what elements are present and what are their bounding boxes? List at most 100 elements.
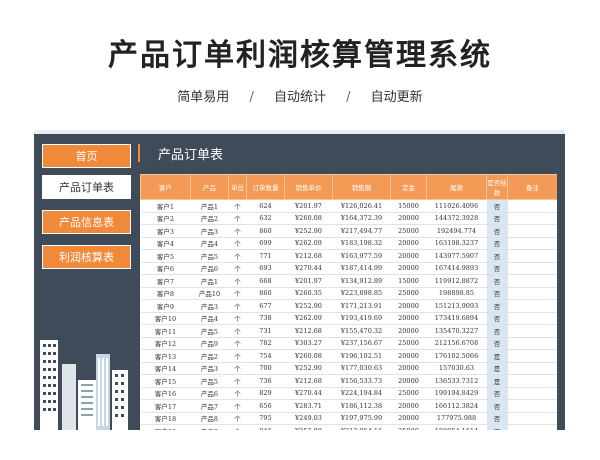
table-cell[interactable]: 个 <box>228 312 247 325</box>
table-cell[interactable]: 客户17 <box>140 399 191 413</box>
table-cell[interactable]: 否 <box>486 237 508 250</box>
table-cell[interactable]: 个 <box>228 424 247 430</box>
table-cell[interactable]: 192494.774 <box>426 224 487 238</box>
table-cell[interactable]: 客户13 <box>140 349 191 363</box>
table-cell[interactable]: 198898.85 <box>426 287 487 300</box>
table-cell[interactable]: 否 <box>486 199 508 213</box>
table-cell[interactable] <box>507 249 557 263</box>
table-cell[interactable]: 754 <box>246 349 285 363</box>
table-cell[interactable]: ¥163,977.59 <box>332 249 391 263</box>
table-cell[interactable]: 20000 <box>390 324 427 338</box>
column-header[interactable]: 是否结款 <box>486 174 508 200</box>
table-cell[interactable]: ¥252.90 <box>284 424 333 430</box>
table-cell[interactable]: 738 <box>246 312 285 325</box>
table-cell[interactable]: 客户18 <box>140 412 191 425</box>
nav-order-table-button[interactable]: 产品订单表 <box>42 175 131 199</box>
table-cell[interactable] <box>507 224 557 238</box>
table-cell[interactable]: 163198.3237 <box>426 237 487 250</box>
table-cell[interactable]: 产品6 <box>190 262 229 275</box>
table-cell[interactable]: 25000 <box>390 424 427 430</box>
table-cell[interactable]: 656 <box>246 399 285 413</box>
table-cell[interactable] <box>507 299 557 313</box>
table-cell[interactable]: 产品10 <box>190 287 229 300</box>
table-cell[interactable]: 个 <box>228 299 247 313</box>
table-cell[interactable]: 个 <box>228 412 247 425</box>
column-header[interactable]: 定金 <box>390 174 427 200</box>
table-cell[interactable]: 产品2 <box>190 212 229 225</box>
table-cell[interactable]: ¥171,213.91 <box>332 299 391 313</box>
table-row[interactable]: 客户4 产品4 个 699 ¥262.09 ¥183,198.32 20000 163198.… <box>140 237 557 250</box>
table-cell[interactable]: 693 <box>246 262 285 275</box>
table-cell[interactable] <box>507 374 557 388</box>
table-cell[interactable]: 25000 <box>390 387 427 400</box>
table-cell[interactable]: 个 <box>228 212 247 225</box>
table-cell[interactable]: 846 <box>246 424 285 430</box>
table-cell[interactable] <box>507 412 557 425</box>
table-cell[interactable]: ¥197,975.99 <box>332 412 391 425</box>
table-row[interactable]: 客户7 产品1 个 668 ¥201.97 ¥134,912.89 15000 119912.… <box>140 274 557 288</box>
table-cell[interactable]: 产品2 <box>190 349 229 363</box>
table-cell[interactable]: 20000 <box>390 374 427 388</box>
table-cell[interactable]: 产品9 <box>190 337 229 350</box>
table-cell[interactable]: 20000 <box>390 349 427 363</box>
table-cell[interactable]: ¥252.90 <box>284 299 333 313</box>
table-cell[interactable]: ¥212.68 <box>284 249 333 263</box>
table-row[interactable]: 客户10 产品4 个 738 ¥262.09 ¥193,419.69 20000 173419… <box>140 312 557 325</box>
table-cell[interactable]: 个 <box>228 224 247 238</box>
table-row[interactable]: 客户18 产品8 个 795 ¥249.03 ¥197,975.99 20000 177975… <box>140 412 557 425</box>
column-header[interactable]: 订单数量 <box>246 174 285 200</box>
table-cell[interactable]: ¥212.68 <box>284 374 333 388</box>
table-cell[interactable]: 20000 <box>390 412 427 425</box>
table-cell[interactable]: 个 <box>228 387 247 400</box>
table-cell[interactable]: 否 <box>486 387 508 400</box>
table-cell[interactable]: ¥262.09 <box>284 237 333 250</box>
table-cell[interactable]: ¥270.44 <box>284 387 333 400</box>
table-cell[interactable]: 否 <box>486 274 508 288</box>
table-cell[interactable] <box>507 362 557 375</box>
table-cell[interactable]: ¥223,898.85 <box>332 287 391 300</box>
table-cell[interactable]: 677 <box>246 299 285 313</box>
table-row[interactable]: 客户6 产品6 个 693 ¥270.44 ¥187,414.99 20000 167414.… <box>140 262 557 275</box>
table-cell[interactable] <box>507 324 557 338</box>
table-cell[interactable]: 699 <box>246 237 285 250</box>
table-cell[interactable]: ¥201.97 <box>284 274 333 288</box>
table-cell[interactable]: 668 <box>246 274 285 288</box>
table-cell[interactable]: 144372.3928 <box>426 212 487 225</box>
table-cell[interactable]: 173419.6894 <box>426 312 487 325</box>
table-cell[interactable]: 829 <box>246 387 285 400</box>
table-cell[interactable]: 136533.7312 <box>426 374 487 388</box>
table-cell[interactable]: 20000 <box>390 299 427 313</box>
table-cell[interactable]: 客户14 <box>140 362 191 375</box>
table-cell[interactable]: 否 <box>486 249 508 263</box>
table-cell[interactable]: 25000 <box>390 337 427 350</box>
table-cell[interactable]: ¥260.08 <box>284 349 333 363</box>
table-cell[interactable]: 产品3 <box>190 362 229 375</box>
column-header[interactable]: 销售额 <box>332 174 391 200</box>
table-cell[interactable]: 860 <box>246 287 285 300</box>
table-cell[interactable] <box>507 312 557 325</box>
table-cell[interactable]: 否 <box>486 262 508 275</box>
table-cell[interactable]: 否 <box>486 324 508 338</box>
table-cell[interactable]: ¥155,470.32 <box>332 324 391 338</box>
table-cell[interactable]: 624 <box>246 199 285 213</box>
table-cell[interactable]: 731 <box>246 324 285 338</box>
table-cell[interactable]: 199194.8429 <box>426 387 487 400</box>
table-cell[interactable]: 个 <box>228 324 247 338</box>
table-cell[interactable]: ¥183,198.32 <box>332 237 391 250</box>
column-header[interactable]: 客户 <box>140 174 191 200</box>
table-cell[interactable]: 产品6 <box>190 387 229 400</box>
table-cell[interactable]: ¥249.03 <box>284 412 333 425</box>
table-cell[interactable]: 客户19 <box>140 424 191 430</box>
table-cell[interactable]: 客户6 <box>140 262 191 275</box>
table-cell[interactable]: 是 <box>486 374 508 388</box>
table-cell[interactable]: ¥260.35 <box>284 287 333 300</box>
table-cell[interactable]: 25000 <box>390 287 427 300</box>
table-cell[interactable]: ¥164,372.39 <box>332 212 391 225</box>
table-cell[interactable]: 产品1 <box>190 274 229 288</box>
table-cell[interactable]: 产品8 <box>190 412 229 425</box>
table-cell[interactable]: 212156.6708 <box>426 337 487 350</box>
table-cell[interactable]: 产品4 <box>190 312 229 325</box>
table-cell[interactable]: 20000 <box>390 249 427 263</box>
table-cell[interactable]: 20000 <box>390 212 427 225</box>
table-cell[interactable] <box>507 337 557 350</box>
